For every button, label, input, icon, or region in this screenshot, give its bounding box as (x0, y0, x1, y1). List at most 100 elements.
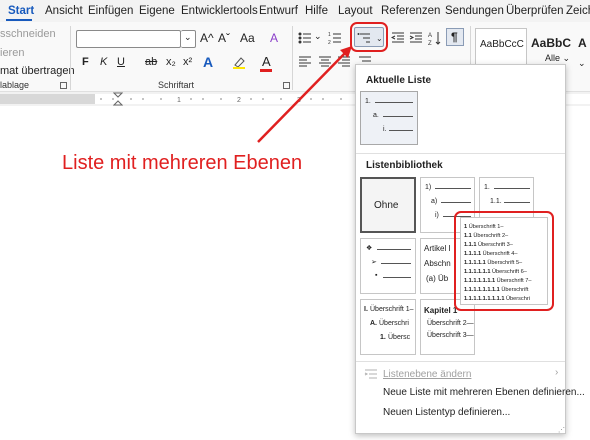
text-effects-icon[interactable]: A (203, 54, 213, 70)
tab-eigene[interactable]: Eigene (139, 5, 175, 17)
sort-icon[interactable]: AZ (428, 30, 442, 47)
ruler-text-area-right (566, 94, 590, 104)
tab-ueberpruefen[interactable]: Überprüfen (506, 5, 564, 17)
level-number: 1.1. (490, 198, 502, 205)
shrink-font-button[interactable]: Aˇ (218, 31, 230, 45)
tab-zeichnen[interactable]: Zeich (566, 5, 590, 17)
level-line (377, 249, 411, 250)
level-line (389, 130, 413, 131)
list-style-symbols[interactable]: ❖ ➢ ▪ (360, 238, 416, 294)
level-number: a. (373, 112, 379, 119)
level-number: A. (370, 320, 377, 327)
level-line (504, 202, 530, 203)
callout-label: Liste mit mehreren Ebenen (62, 152, 303, 174)
define-list-style-item[interactable]: Neuen Listentyp definieren... (383, 407, 510, 418)
list-level-icon (364, 368, 378, 380)
level-text: (a) Üb (426, 274, 449, 283)
level-number: i. (383, 126, 387, 133)
grow-font-button[interactable]: A^ (200, 31, 214, 45)
diamond-bullet-icon: ❖ (366, 245, 373, 252)
level-number: I. (364, 306, 368, 313)
heading-list-highlight (454, 211, 554, 311)
underline-button[interactable]: U (117, 56, 125, 68)
style-heading[interactable]: A (578, 36, 587, 50)
level-line (435, 188, 471, 189)
separator (356, 361, 565, 362)
level-line (375, 102, 413, 103)
ribbon-tabs: Start Ansicht Einfügen Eigene Entwickler… (0, 0, 590, 22)
highlight-icon[interactable] (232, 55, 246, 69)
level-line (383, 116, 413, 117)
current-list-thumbnail[interactable]: 1. a. i. (360, 91, 418, 145)
font-name-dropdown[interactable] (76, 30, 181, 48)
style-no-spacing[interactable]: AaBbC (531, 36, 571, 50)
separator (356, 153, 565, 154)
list-library-heading: Listenbibliothek (366, 160, 443, 171)
svg-text:Z: Z (428, 41, 432, 46)
resize-grip-icon[interactable]: ⋰ (558, 426, 565, 434)
level-line (381, 263, 411, 264)
copy-button[interactable]: ieren (0, 47, 24, 59)
italic-button[interactable]: K (100, 56, 107, 68)
tab-referenzen[interactable]: Referenzen (381, 5, 440, 17)
list-style-none[interactable]: Ohne (360, 177, 416, 233)
show-formatting-marks-icon[interactable]: ¶ (446, 28, 464, 46)
subscript-button[interactable]: x₂ (166, 56, 176, 68)
cut-button[interactable]: sschneiden (0, 28, 56, 40)
style-standard[interactable]: AaBbCcC (475, 28, 527, 68)
tab-einfuegen[interactable]: Einfügen (88, 5, 133, 17)
current-list-heading: Aktuelle Liste (366, 75, 432, 86)
level-line (441, 202, 471, 203)
callout-arrow (257, 46, 352, 143)
level-text: Überschrift 3— (427, 332, 474, 339)
clipboard-group-label: lablage (0, 80, 30, 90)
decrease-indent-icon[interactable] (390, 31, 405, 45)
list-style-roman-headings[interactable]: I. Überschrift 1– A. Überschri 1. Übersc (360, 299, 416, 355)
format-painter-button[interactable]: mat übertragen (0, 65, 75, 77)
level-text: Übersc (388, 334, 411, 341)
level-line (383, 277, 411, 278)
indent-marker-icon[interactable] (112, 92, 124, 106)
level-line (494, 188, 530, 189)
tab-entwicklertools[interactable]: Entwicklertools (181, 5, 258, 17)
bold-button[interactable]: F (82, 56, 89, 68)
level-number: 1. (484, 184, 490, 191)
styles-scroll-icon[interactable]: ⌄ (578, 58, 586, 69)
strikethrough-button[interactable]: ab (145, 56, 157, 68)
font-group-label: Schriftart (158, 80, 195, 90)
increase-indent-icon[interactable] (409, 31, 423, 45)
ruler-margin (0, 94, 95, 104)
tab-sendungen[interactable]: Sendungen (445, 5, 504, 17)
change-list-level-item[interactable]: Listenebene ändern (383, 369, 471, 380)
define-multilevel-list-item[interactable]: Neue Liste mit mehreren Ebenen definiere… (383, 387, 585, 398)
svg-text:1: 1 (177, 97, 181, 104)
svg-text:1: 1 (328, 32, 331, 38)
submenu-chevron-icon: › (555, 367, 559, 378)
svg-text:A: A (428, 33, 432, 39)
styles-more-button[interactable]: Alle ⌄ (545, 53, 570, 64)
none-label: Ohne (374, 200, 399, 211)
superscript-button[interactable]: x² (183, 56, 192, 68)
tab-hilfe[interactable]: Hilfe (305, 5, 328, 17)
tab-start[interactable]: Start (8, 5, 34, 17)
svg-text:2: 2 (237, 97, 241, 104)
square-bullet-icon: ▪ (375, 272, 378, 279)
separator (70, 26, 71, 90)
level-number: i) (435, 212, 439, 219)
tab-layout[interactable]: Layout (338, 5, 373, 17)
arrow-bullet-icon: ➢ (371, 259, 377, 266)
multilevel-list-gallery: Aktuelle Liste 1. a. i. Listenbibliothek… (355, 64, 585, 434)
level-number: 1. (365, 98, 371, 105)
level-text: Artikel I (424, 244, 451, 253)
active-tab-indicator (6, 19, 32, 21)
font-name-chevron-icon[interactable]: ⌄ (181, 30, 196, 48)
level-number: 1. (380, 334, 386, 341)
tab-entwurf[interactable]: Entwurf (259, 5, 298, 17)
level-text: Abschn (424, 259, 451, 268)
dialog-launcher-icon[interactable] (60, 82, 67, 89)
level-text: Überschrift 1– (370, 306, 414, 313)
level-number: 1) (425, 184, 432, 191)
level-number: a) (431, 198, 438, 205)
level-text: Überschri (379, 320, 409, 327)
tab-ansicht[interactable]: Ansicht (45, 5, 83, 17)
